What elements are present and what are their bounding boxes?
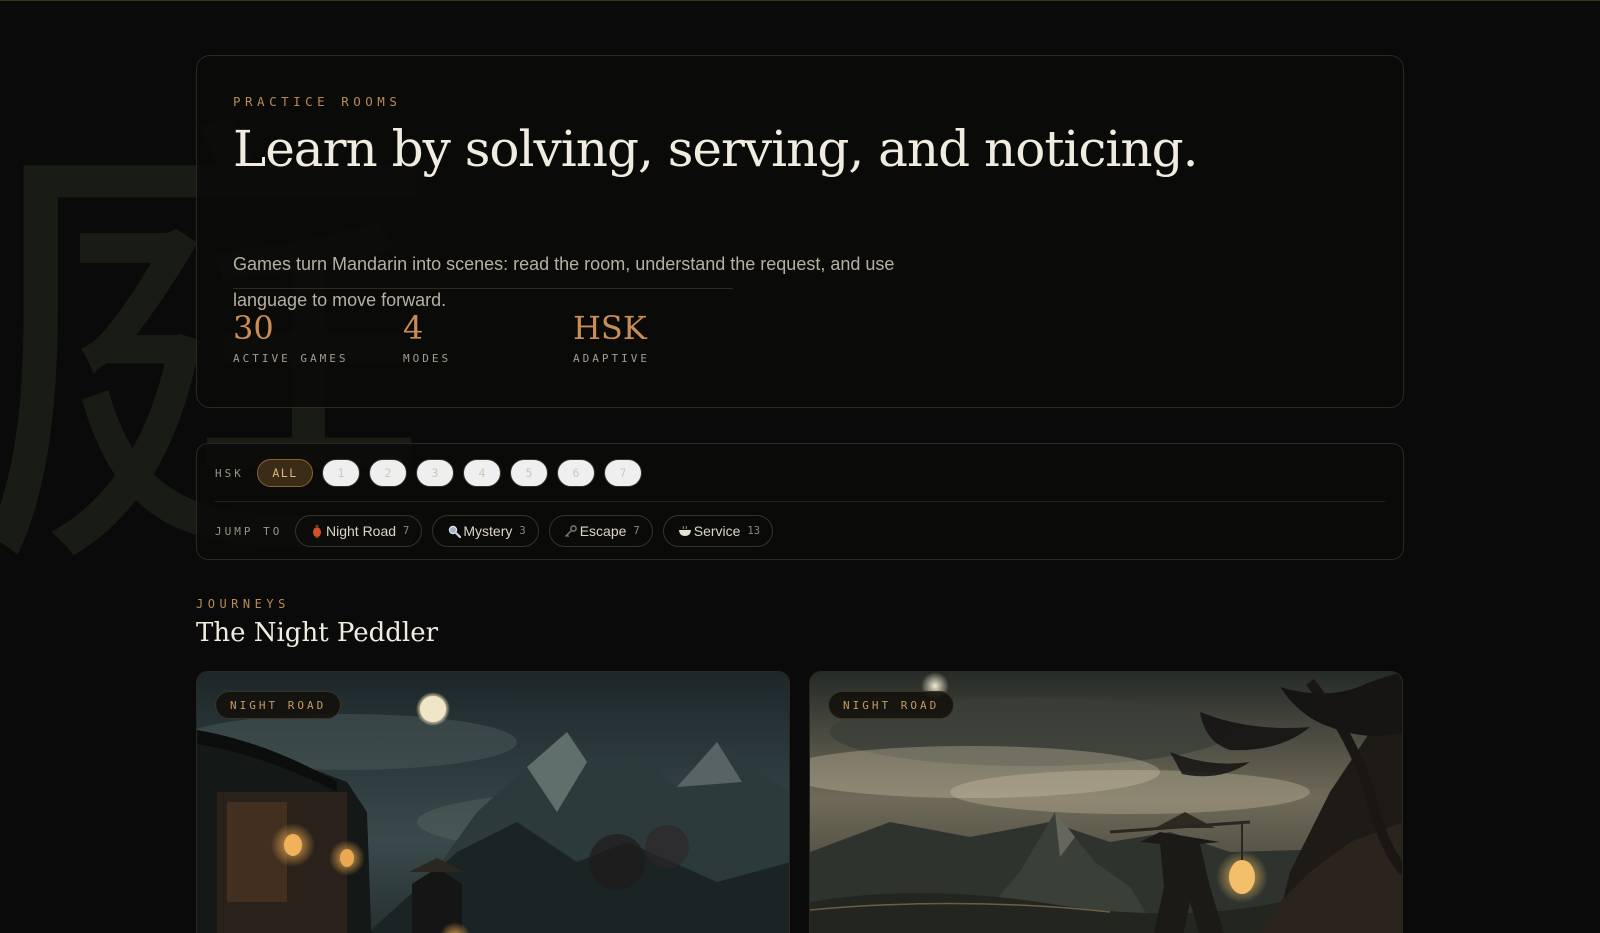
hero-panel: PRACTICE ROOMS Learn by solving, serving… [196, 55, 1404, 408]
jump-chip-count: 7 [403, 525, 410, 537]
filter-panel: HSK ALL 1 2 3 4 5 6 7 JUMP TO Night Road… [196, 443, 1404, 560]
lantern-icon [310, 524, 324, 538]
stat-active-games: 30 ACTIVE GAMES [233, 308, 348, 365]
stat-modes: 4 MODES [403, 308, 451, 365]
jump-chip-count: 3 [519, 525, 526, 537]
jump-chip-escape[interactable]: Escape 7 [548, 515, 653, 547]
jump-chip-count: 13 [747, 525, 761, 537]
jump-to-label: JUMP TO [215, 524, 283, 538]
journey-card[interactable]: NIGHT ROAD [196, 671, 790, 933]
stat-value: HSK [573, 309, 647, 347]
journey-card-tag: NIGHT ROAD [215, 691, 342, 719]
hero-eyebrow: PRACTICE ROOMS [233, 94, 402, 109]
page-title: Learn by solving, serving, and noticing. [233, 120, 1199, 178]
journey-card[interactable]: NIGHT ROAD [809, 671, 1403, 933]
stat-label: ACTIVE GAMES [233, 352, 349, 365]
jump-chip-night-road[interactable]: Night Road 7 [295, 515, 423, 547]
stat-value: 30 [233, 309, 274, 347]
hsk-chip-4[interactable]: 4 [463, 459, 501, 487]
journey-title: The Night Peddler [196, 618, 439, 648]
hsk-chip-2[interactable]: 2 [369, 459, 407, 487]
hsk-chip-3[interactable]: 3 [416, 459, 454, 487]
jump-chip-label: Service [693, 523, 741, 539]
jump-to-row: JUMP TO Night Road 7 Mystery 3 Escape 7 … [215, 515, 1385, 547]
jump-chip-count: 7 [633, 525, 640, 537]
jump-chip-mystery[interactable]: Mystery 3 [432, 515, 539, 547]
stat-label: MODES [403, 352, 452, 365]
hsk-chip-all[interactable]: ALL [257, 459, 313, 487]
hsk-chip-6[interactable]: 6 [557, 459, 595, 487]
jump-chip-label: Night Road [326, 523, 397, 539]
stat-value: 4 [403, 309, 424, 347]
hsk-chip-1[interactable]: 1 [322, 459, 360, 487]
filter-divider [215, 501, 1385, 502]
magnifier-icon [447, 524, 461, 538]
hsk-filter-row: HSK ALL 1 2 3 4 5 6 7 [215, 458, 1385, 488]
journeys-eyebrow: JOURNEYS [196, 597, 290, 611]
jump-chip-label: Mystery [463, 523, 513, 539]
stat-hsk: HSK ADAPTIVE [573, 308, 650, 365]
stat-label: ADAPTIVE [573, 352, 650, 365]
jump-chip-service[interactable]: Service 13 [662, 515, 774, 547]
hsk-filter-label: HSK [215, 466, 244, 480]
hero-divider [233, 288, 733, 289]
hsk-chip-5[interactable]: 5 [510, 459, 548, 487]
key-icon [564, 524, 578, 538]
jump-chip-label: Escape [579, 523, 627, 539]
hsk-chip-7[interactable]: 7 [604, 459, 642, 487]
top-rule [0, 0, 1600, 1]
bowl-icon [678, 524, 692, 538]
journey-card-tag: NIGHT ROAD [828, 691, 955, 719]
